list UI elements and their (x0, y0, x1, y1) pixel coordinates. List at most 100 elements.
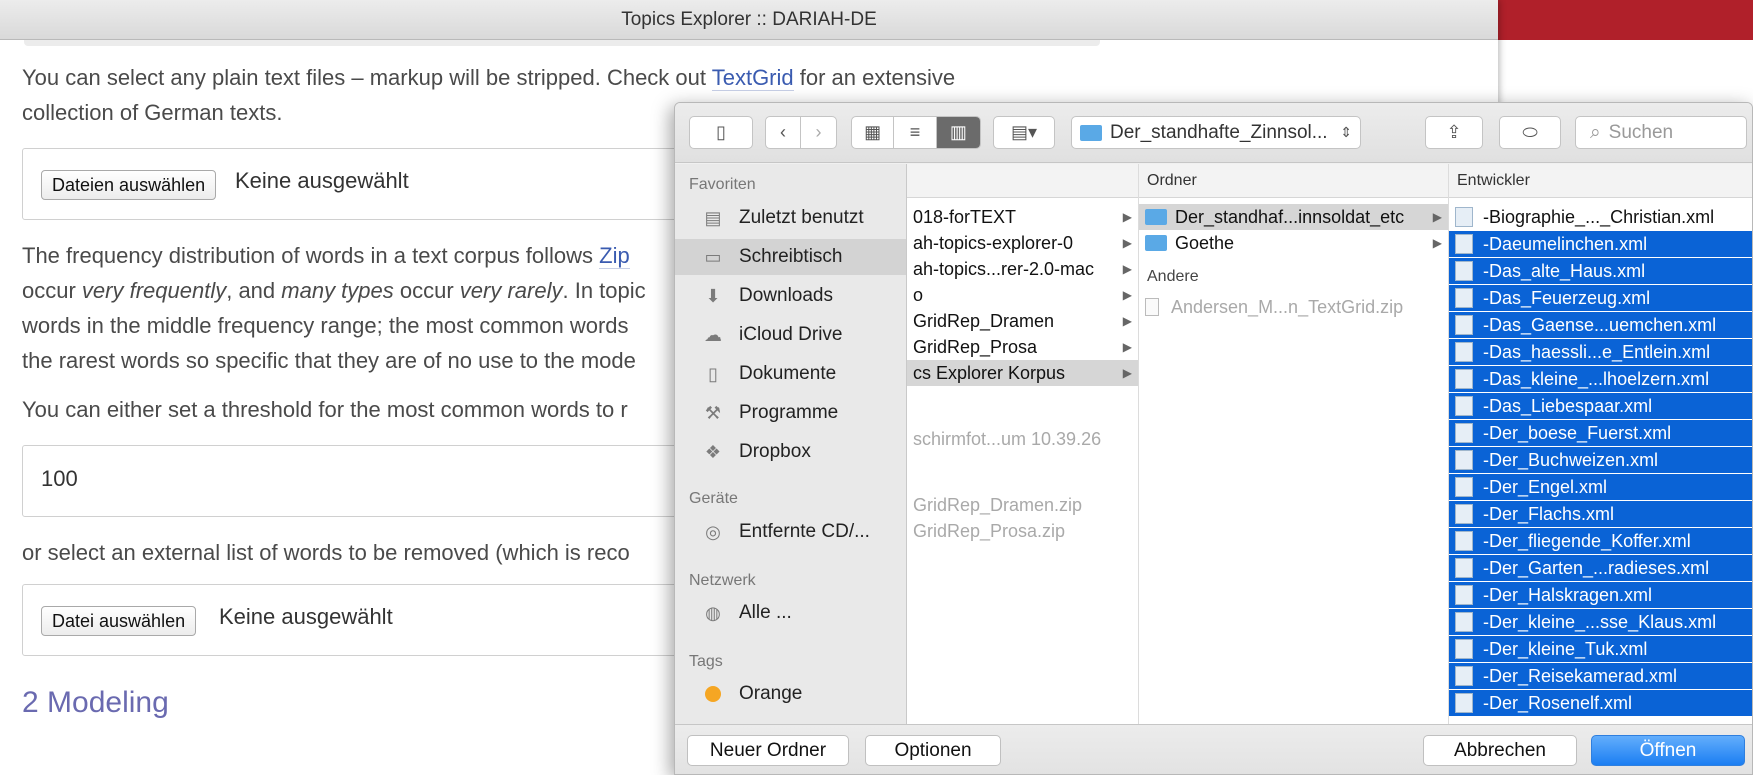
file-item-selected[interactable]: -Der_Buchweizen.xml (1449, 447, 1752, 473)
sidebar-item-applications[interactable]: ⚒ Programme (675, 395, 906, 431)
devices-header: Geräte (689, 490, 738, 507)
list-item[interactable]: o ▶ (907, 282, 1138, 308)
updown-icon: ⇕ (1340, 124, 1352, 140)
sidebar-item-dropbox[interactable]: ❖ Dropbox (675, 434, 906, 470)
file-item-selected[interactable]: -Der_Flachs.xml (1449, 501, 1752, 527)
file-item-selected[interactable]: -Der_fliegende_Koffer.xml (1449, 528, 1752, 554)
freq-text-line3: words in the middle frequency range; the… (22, 313, 629, 338)
disc-icon: ◎ (705, 521, 721, 542)
list-item[interactable]: GridRep_Prosa ▶ (907, 334, 1138, 360)
sidebar-item-icloud[interactable]: ☁ iCloud Drive (675, 317, 906, 353)
choose-stopword-file-button[interactable]: Datei auswählen (41, 606, 197, 636)
xml-file-icon (1455, 666, 1473, 686)
file-item-selected[interactable]: -Der_kleine_...sse_Klaus.xml (1449, 609, 1752, 635)
file-item-selected[interactable]: -Das_Liebespaar.xml (1449, 393, 1752, 419)
item-label: -Der_kleine_...sse_Klaus.xml (1483, 612, 1717, 632)
list-item[interactable]: ah-topics...rer-2.0-mac ▶ (907, 256, 1138, 282)
sidebar-item-remote-disc[interactable]: ◎ Entfernte CD/... (675, 514, 906, 550)
downloads-icon: ⬇ (705, 285, 721, 306)
back-button[interactable]: ‹ (766, 117, 802, 148)
browser-column-3: Entwickler -Biographie_..._Christian.xml… (1449, 164, 1752, 724)
triangle-right-icon: ▶ (1122, 366, 1132, 380)
list-item[interactable]: ah-topics-explorer-0 ▶ (907, 230, 1138, 256)
file-item-selected[interactable]: -Der_boese_Fuerst.xml (1449, 420, 1752, 446)
triangle-right-icon: ▶ (1432, 236, 1442, 250)
intro-text-end: for an extensive (793, 65, 956, 90)
item-label: GridRep_Dramen (913, 311, 1055, 331)
recents-icon: ▤ (704, 207, 722, 228)
file-item-selected[interactable]: -Daeumelinchen.xml (1449, 231, 1752, 257)
file-item-selected[interactable]: -Der_Garten_...radieses.xml (1449, 555, 1752, 581)
folder-item[interactable]: Goethe ▶ (1139, 230, 1448, 256)
forward-button[interactable]: › (801, 117, 836, 148)
list-item[interactable]: 018-forTEXT ▶ (907, 204, 1138, 230)
chevron-right-icon: › (815, 122, 822, 142)
sidebar-item-recents[interactable]: ▤ Zuletzt benutzt (675, 200, 906, 236)
sidebar-item-network-all[interactable]: ◍ Alle ... (675, 595, 906, 631)
cloud-icon: ☁ (704, 324, 722, 345)
group-by-button[interactable]: ▤▾ (993, 116, 1055, 149)
textgrid-link[interactable]: TextGrid (711, 65, 794, 91)
sidebar-item-documents[interactable]: ▯ Dokumente (675, 356, 906, 392)
item-label: -Der_fliegende_Koffer.xml (1483, 531, 1691, 551)
file-item-selected[interactable]: -Das_Gaense...uemchen.xml (1449, 312, 1752, 338)
freq-text-d: . In topic (562, 278, 646, 303)
new-folder-button[interactable]: Neuer Ordner (687, 735, 849, 766)
sidebar-label: Zuletzt benutzt (739, 207, 864, 228)
file-item-selected[interactable]: -Das_alte_Haus.xml (1449, 258, 1752, 284)
choose-files-button[interactable]: Dateien auswählen (41, 170, 217, 200)
xml-file-icon (1455, 504, 1473, 524)
zipf-link[interactable]: Zip (599, 243, 630, 269)
icon-view-button[interactable]: ▦ (852, 117, 895, 148)
freq-em-2: many types (281, 278, 394, 303)
stopword-file-status: Keine ausgewählt (219, 604, 393, 629)
view-mode-buttons: ▦ ≡ ▥ (851, 116, 981, 149)
list-item-selected[interactable]: cs Explorer Korpus ▶ (907, 360, 1138, 386)
search-field[interactable]: ⌕ Suchen (1575, 116, 1747, 149)
list-item[interactable]: GridRep_Dramen ▶ (907, 308, 1138, 334)
file-item-selected[interactable]: -Der_Engel.xml (1449, 474, 1752, 500)
sidebar-item-tag-orange[interactable]: Orange (675, 676, 906, 712)
file-item-selected[interactable]: -Das_Feuerzeug.xml (1449, 285, 1752, 311)
chevron-left-icon: ‹ (780, 122, 786, 142)
path-popup[interactable]: Der_standhafte_Zinnsol... ⇕ (1071, 116, 1361, 149)
file-item-selected[interactable]: -Der_Reisekamerad.xml (1449, 663, 1752, 689)
options-button[interactable]: Optionen (865, 735, 1001, 766)
sidebar-item-desktop[interactable]: ▭ Schreibtisch (675, 239, 906, 275)
file-item-selected[interactable]: -Der_kleine_Tuk.xml (1449, 636, 1752, 662)
triangle-right-icon: ▶ (1122, 262, 1132, 276)
dropbox-icon: ❖ (704, 441, 722, 462)
dialog-footer: Neuer Ordner Optionen Abbrechen Öffnen (675, 724, 1752, 774)
open-button[interactable]: Öffnen (1591, 735, 1745, 766)
item-label: -Der_Engel.xml (1483, 477, 1608, 497)
file-item-selected[interactable]: -Der_Rosenelf.xml (1449, 690, 1752, 716)
sidebar-toggle-button[interactable]: ▯ (689, 116, 753, 149)
page-header-edge (24, 40, 1100, 46)
other-header: Andere (1147, 268, 1199, 285)
browser-column-1: 018-forTEXT ▶ ah-topics-explorer-0 ▶ ah-to… (907, 164, 1139, 724)
cancel-button[interactable]: Abbrechen (1423, 735, 1577, 766)
item-label: -Das_Gaense...uemchen.xml (1483, 315, 1717, 335)
threshold-value[interactable]: 100 (41, 466, 78, 492)
xml-file-icon (1455, 396, 1473, 416)
column-view-button[interactable]: ▥ (936, 117, 980, 148)
group-icon: ▤▾ (1010, 122, 1038, 142)
item-label: Andersen_M...n_TextGrid.zip (1171, 297, 1404, 317)
xml-file-icon (1455, 261, 1473, 281)
folder-item-selected[interactable]: Der_standhaf...innsoldat_etc ▶ (1139, 204, 1448, 230)
sidebar-icon: ▯ (716, 122, 726, 142)
list-view-button[interactable]: ≡ (894, 117, 937, 148)
share-button[interactable]: ⇪ (1425, 116, 1483, 149)
file-item[interactable]: -Biographie_..._Christian.xml (1449, 204, 1752, 230)
share-icon: ⇪ (1446, 122, 1462, 142)
sidebar-label: Dokumente (739, 363, 837, 384)
tag-button[interactable]: ⬭ (1499, 116, 1561, 149)
tag-dot-icon (699, 682, 727, 706)
sidebar-item-downloads[interactable]: ⬇ Downloads (675, 278, 906, 314)
file-item-selected[interactable]: -Der_Halskragen.xml (1449, 582, 1752, 608)
triangle-right-icon: ▶ (1122, 210, 1132, 224)
item-label: cs Explorer Korpus (913, 363, 1066, 383)
file-item-selected[interactable]: -Das_kleine_...lhoelzern.xml (1449, 366, 1752, 392)
background-window-strip (1490, 0, 1753, 40)
file-item-selected[interactable]: -Das_haessli...e_Entlein.xml (1449, 339, 1752, 365)
